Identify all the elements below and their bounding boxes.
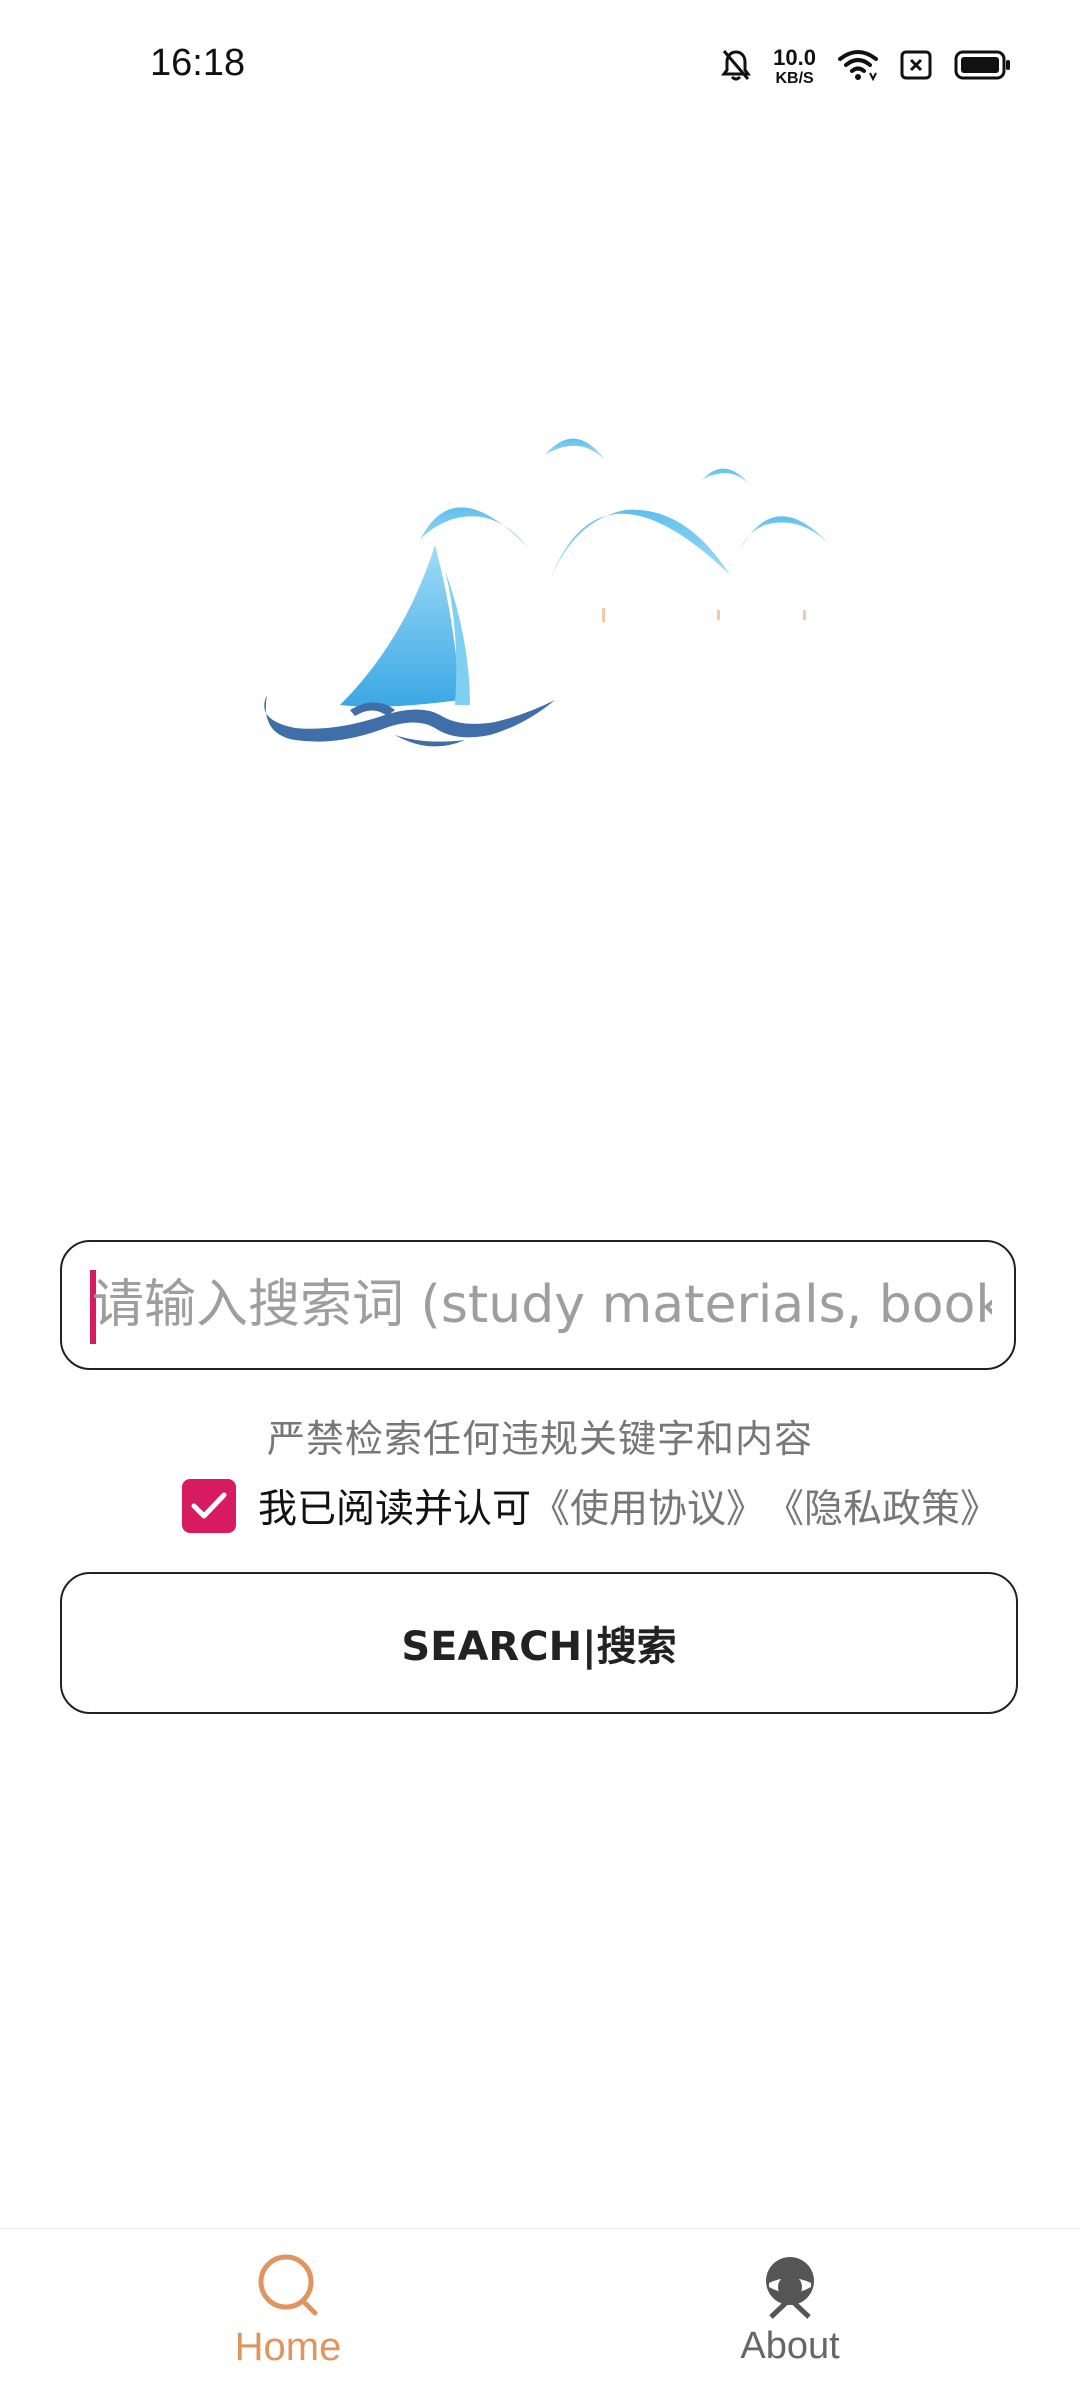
app-logo	[255, 410, 855, 790]
wifi-icon	[838, 49, 878, 85]
search-button[interactable]: SEARCH|搜索	[60, 1572, 1018, 1714]
search-icon	[258, 2254, 318, 2316]
nav-label-about: About	[740, 2325, 840, 2367]
nav-label-home: Home	[234, 2325, 342, 2369]
checkmark-icon	[191, 1492, 227, 1519]
privacy-link[interactable]: 《隐私政策》	[765, 1478, 999, 1534]
agreement-row: 我已阅读并认可 《使用协议》 《隐私政策》	[182, 1478, 999, 1534]
net-speed: 10.0 KB/S	[773, 47, 816, 87]
nav-item-home[interactable]: Home	[138, 2229, 438, 2401]
warning-text: 严禁检索任何违规关键字和内容	[266, 1417, 813, 1461]
sim-off-icon	[900, 50, 932, 84]
avatar-icon	[766, 2257, 814, 2319]
nav-item-about[interactable]: About	[640, 2229, 940, 2401]
bottom-nav: Home About	[0, 2228, 1080, 2401]
bell-muted-icon	[721, 48, 752, 86]
agreement-checkbox[interactable]	[182, 1479, 236, 1533]
search-box[interactable]	[60, 1240, 1016, 1370]
status-time: 16:18	[150, 42, 246, 84]
terms-link[interactable]: 《使用协议》	[531, 1478, 765, 1534]
status-icons: 10.0 KB/S	[721, 44, 1012, 90]
battery-icon	[954, 50, 1012, 84]
status-bar: 16:18 10.0 KB/S	[0, 0, 1080, 130]
agreement-text: 我已阅读并认可	[258, 1487, 532, 1532]
net-speed-unit: KB/S	[775, 70, 814, 87]
search-input[interactable]	[92, 1242, 992, 1368]
net-speed-value: 10.0	[773, 45, 816, 70]
